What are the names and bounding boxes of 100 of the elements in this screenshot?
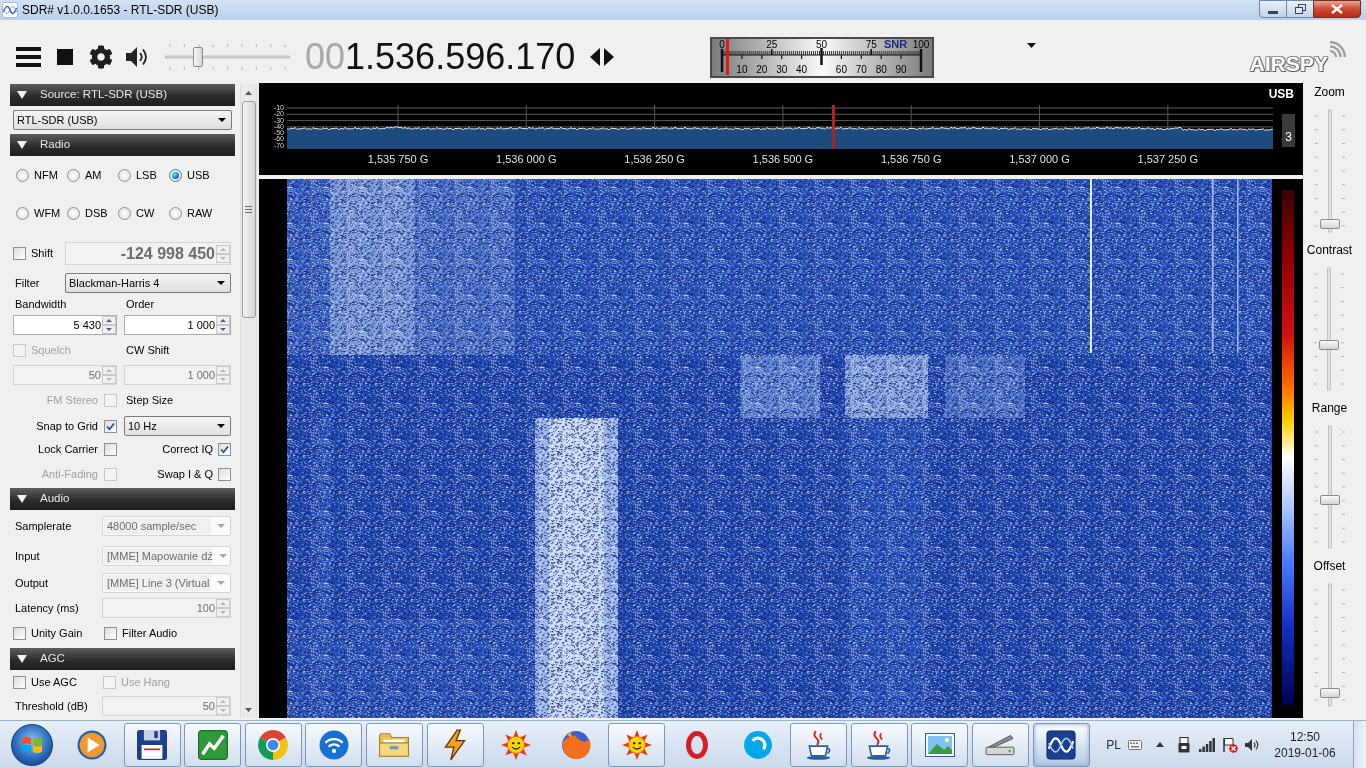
checkbox-label: Filter Audio	[122, 625, 178, 641]
dropdown-arrow-icon	[218, 118, 226, 122]
axis-label: 1,537 250 G	[1137, 153, 1199, 166]
spin-arrows-icon[interactable]	[216, 316, 230, 334]
checkbox[interactable]	[218, 442, 231, 456]
taskbar-button[interactable]	[184, 722, 242, 767]
axis-label: 1,536 750 G	[880, 153, 942, 166]
dropdown[interactable]: RTL-SDR (USB)	[13, 110, 232, 130]
taskbar-button[interactable]	[1032, 722, 1090, 767]
radio-button[interactable]	[16, 206, 29, 220]
vertical-slider[interactable]	[1312, 264, 1347, 394]
show-desktop-button[interactable]	[1353, 721, 1366, 768]
up-triangle-icon[interactable]	[1156, 742, 1164, 747]
meter-scale-label: 30	[776, 63, 788, 75]
collapse-triangle-icon[interactable]	[17, 90, 27, 100]
radio-label: USB	[187, 167, 210, 183]
radio-label: AM	[85, 167, 102, 183]
o-ring-icon	[686, 730, 709, 759]
radio-button[interactable]	[16, 168, 29, 182]
slider-thumb[interactable]	[1319, 339, 1340, 350]
radio-button[interactable]	[118, 168, 131, 182]
language-indicator[interactable]: PL	[1106, 735, 1121, 754]
checkbox[interactable]	[104, 419, 117, 433]
checkbox[interactable]	[104, 626, 117, 640]
taskbar-button[interactable]	[971, 722, 1029, 767]
radio-label: LSB	[136, 167, 157, 183]
keyboard-icon[interactable]	[1128, 739, 1142, 750]
tuning-marker[interactable]	[832, 105, 835, 149]
scrollbar[interactable]	[240, 84, 257, 718]
radio-button[interactable]	[67, 168, 80, 182]
meter-scale-label: 40	[796, 63, 808, 75]
radio-button[interactable]	[169, 206, 182, 220]
spin-field[interactable]: 5 430	[13, 315, 117, 335]
taskbar-button[interactable]	[850, 722, 908, 767]
radio-button[interactable]	[118, 206, 131, 220]
radio-label: DSB	[85, 205, 108, 221]
taskbar-button[interactable]	[790, 722, 848, 767]
panel-header[interactable]: Source: RTL-SDR (USB)	[10, 84, 235, 106]
scrollbar-thumb[interactable]	[241, 101, 256, 318]
dropdown-caret-icon[interactable]	[1027, 43, 1036, 48]
scroll-down-icon[interactable]	[245, 707, 252, 712]
collapse-triangle-icon[interactable]	[17, 654, 27, 664]
slider-thumb[interactable]	[192, 47, 203, 67]
spin-arrows-icon[interactable]	[102, 316, 116, 334]
left-right-arrows-icon[interactable]	[590, 48, 614, 66]
field-label: Order	[126, 296, 155, 312]
checkbox-label: Use Hang	[121, 674, 170, 690]
panel-header[interactable]: Audio	[10, 488, 235, 510]
scanner-icon	[985, 732, 1016, 757]
slider-thumb[interactable]	[1319, 219, 1340, 230]
spin-field[interactable]: 1 000	[124, 315, 231, 335]
signal-bars-icon[interactable]	[1199, 737, 1215, 752]
meter-scale-label: 75	[865, 38, 877, 50]
field-label: Filter	[15, 275, 40, 291]
taskbar-button[interactable]	[426, 722, 484, 767]
tricolor-circle-icon	[258, 729, 289, 760]
collapse-triangle-icon[interactable]	[17, 140, 27, 150]
checkbox[interactable]	[13, 626, 26, 640]
lightning-icon	[444, 728, 467, 761]
taskbar-button[interactable]	[911, 722, 969, 767]
checkbox[interactable]	[13, 675, 26, 689]
volume-slider[interactable]	[165, 43, 290, 71]
restore-icon	[1294, 4, 1306, 14]
flag-x-icon[interactable]	[1222, 736, 1238, 753]
meter-scale-label: 80	[875, 63, 887, 75]
vertical-slider[interactable]	[1312, 580, 1347, 710]
zoom-level-indicator[interactable]: 3	[1282, 114, 1295, 147]
dropdown-arrow-icon	[218, 554, 227, 558]
folder-icon	[379, 732, 410, 757]
clock-date[interactable]: 2019-01-06	[1274, 744, 1336, 761]
menu-icon[interactable]	[16, 47, 41, 67]
globe-icon	[561, 729, 592, 760]
checkbox[interactable]	[13, 247, 26, 260]
vertical-slider[interactable]	[1312, 106, 1347, 236]
start-button[interactable]	[11, 723, 53, 766]
minimize-button[interactable]	[1259, 0, 1287, 18]
checkbox-label: Lock Carrier	[38, 441, 98, 457]
dropdown[interactable]: Blackman-Harris 4	[65, 273, 231, 293]
checkbox[interactable]	[218, 467, 231, 481]
panel-header[interactable]: AGC	[10, 648, 235, 670]
panel-header[interactable]: Radio	[10, 134, 235, 156]
device-icon[interactable]	[1178, 736, 1190, 753]
speaker-icon[interactable]	[1245, 737, 1259, 752]
vertical-slider[interactable]	[1312, 422, 1347, 552]
clock-time[interactable]: 12:50	[1290, 728, 1320, 745]
taskbar-button[interactable]	[123, 722, 181, 767]
slider-thumb[interactable]	[1319, 495, 1340, 505]
collapse-triangle-icon[interactable]	[17, 494, 27, 504]
restore-button[interactable]	[1287, 0, 1313, 18]
radio-button[interactable]	[67, 206, 80, 220]
checkbox[interactable]	[104, 442, 117, 456]
play-icon	[76, 729, 107, 760]
scroll-up-icon[interactable]	[245, 90, 252, 95]
close-button[interactable]	[1313, 0, 1361, 18]
slider-thumb[interactable]	[1319, 688, 1340, 699]
frequency-display[interactable]: 001.536.596.170	[305, 37, 580, 77]
speaker-icon[interactable]	[125, 46, 150, 68]
radio-button[interactable]	[169, 168, 182, 182]
dropdown[interactable]: 10 Hz	[124, 416, 231, 436]
settings-icon[interactable]	[89, 45, 113, 69]
